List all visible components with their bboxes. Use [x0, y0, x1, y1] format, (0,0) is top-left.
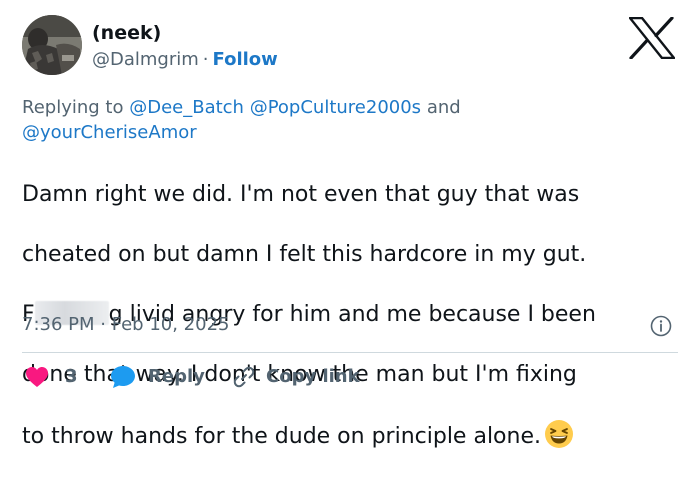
tweet-line: cheated on but damn I felt this hardcore…	[22, 242, 587, 267]
mention-link[interactable]: @Dee_Batch	[129, 97, 244, 118]
handle-separator: ·	[202, 49, 209, 70]
replying-to: Replying to @Dee_Batch @PopCulture2000s …	[22, 95, 492, 145]
reply-label: Reply	[148, 366, 205, 387]
copy-link-button[interactable]: Copy link	[232, 364, 360, 390]
heart-icon	[26, 367, 48, 387]
user-handle[interactable]: @Dalmgrim	[92, 49, 199, 70]
copy-link-label: Copy link	[266, 366, 360, 387]
tweet-time: 7:36 PM	[22, 314, 95, 335]
avatar[interactable]	[22, 15, 82, 75]
follow-button[interactable]: Follow	[213, 49, 278, 70]
replying-to-conjunction: and	[426, 97, 461, 118]
x-logo-icon[interactable]	[628, 16, 676, 60]
divider	[22, 352, 678, 353]
reply-bubble-icon	[111, 366, 135, 388]
grinning-squinting-face-icon	[545, 420, 573, 448]
info-icon[interactable]	[650, 315, 672, 337]
tweet-date: Feb 10, 2025	[111, 314, 230, 335]
handle-line: @Dalmgrim · Follow	[92, 48, 278, 72]
display-name[interactable]: (neek)	[92, 21, 161, 45]
avatar-photo	[22, 15, 82, 75]
tweet-timestamp[interactable]: 7:36 PM · Feb 10, 2025	[22, 313, 229, 337]
mention-link[interactable]: @yourCheriseAmor	[22, 122, 197, 143]
tweet-line: to throw hands for the dude on principle…	[22, 420, 687, 452]
replying-to-label: Replying to	[22, 97, 124, 118]
reply-button[interactable]: Reply	[110, 364, 205, 390]
link-icon	[233, 366, 255, 388]
tweet-line: Damn right we did. I'm not even that guy…	[22, 182, 580, 207]
like-count: 3	[65, 366, 78, 387]
mention-link[interactable]: @PopCulture2000s	[250, 97, 421, 118]
like-button[interactable]: 3	[25, 364, 78, 390]
tweet-line-text: to throw hands for the dude on principle…	[22, 424, 541, 449]
timestamp-separator: ·	[100, 314, 106, 335]
